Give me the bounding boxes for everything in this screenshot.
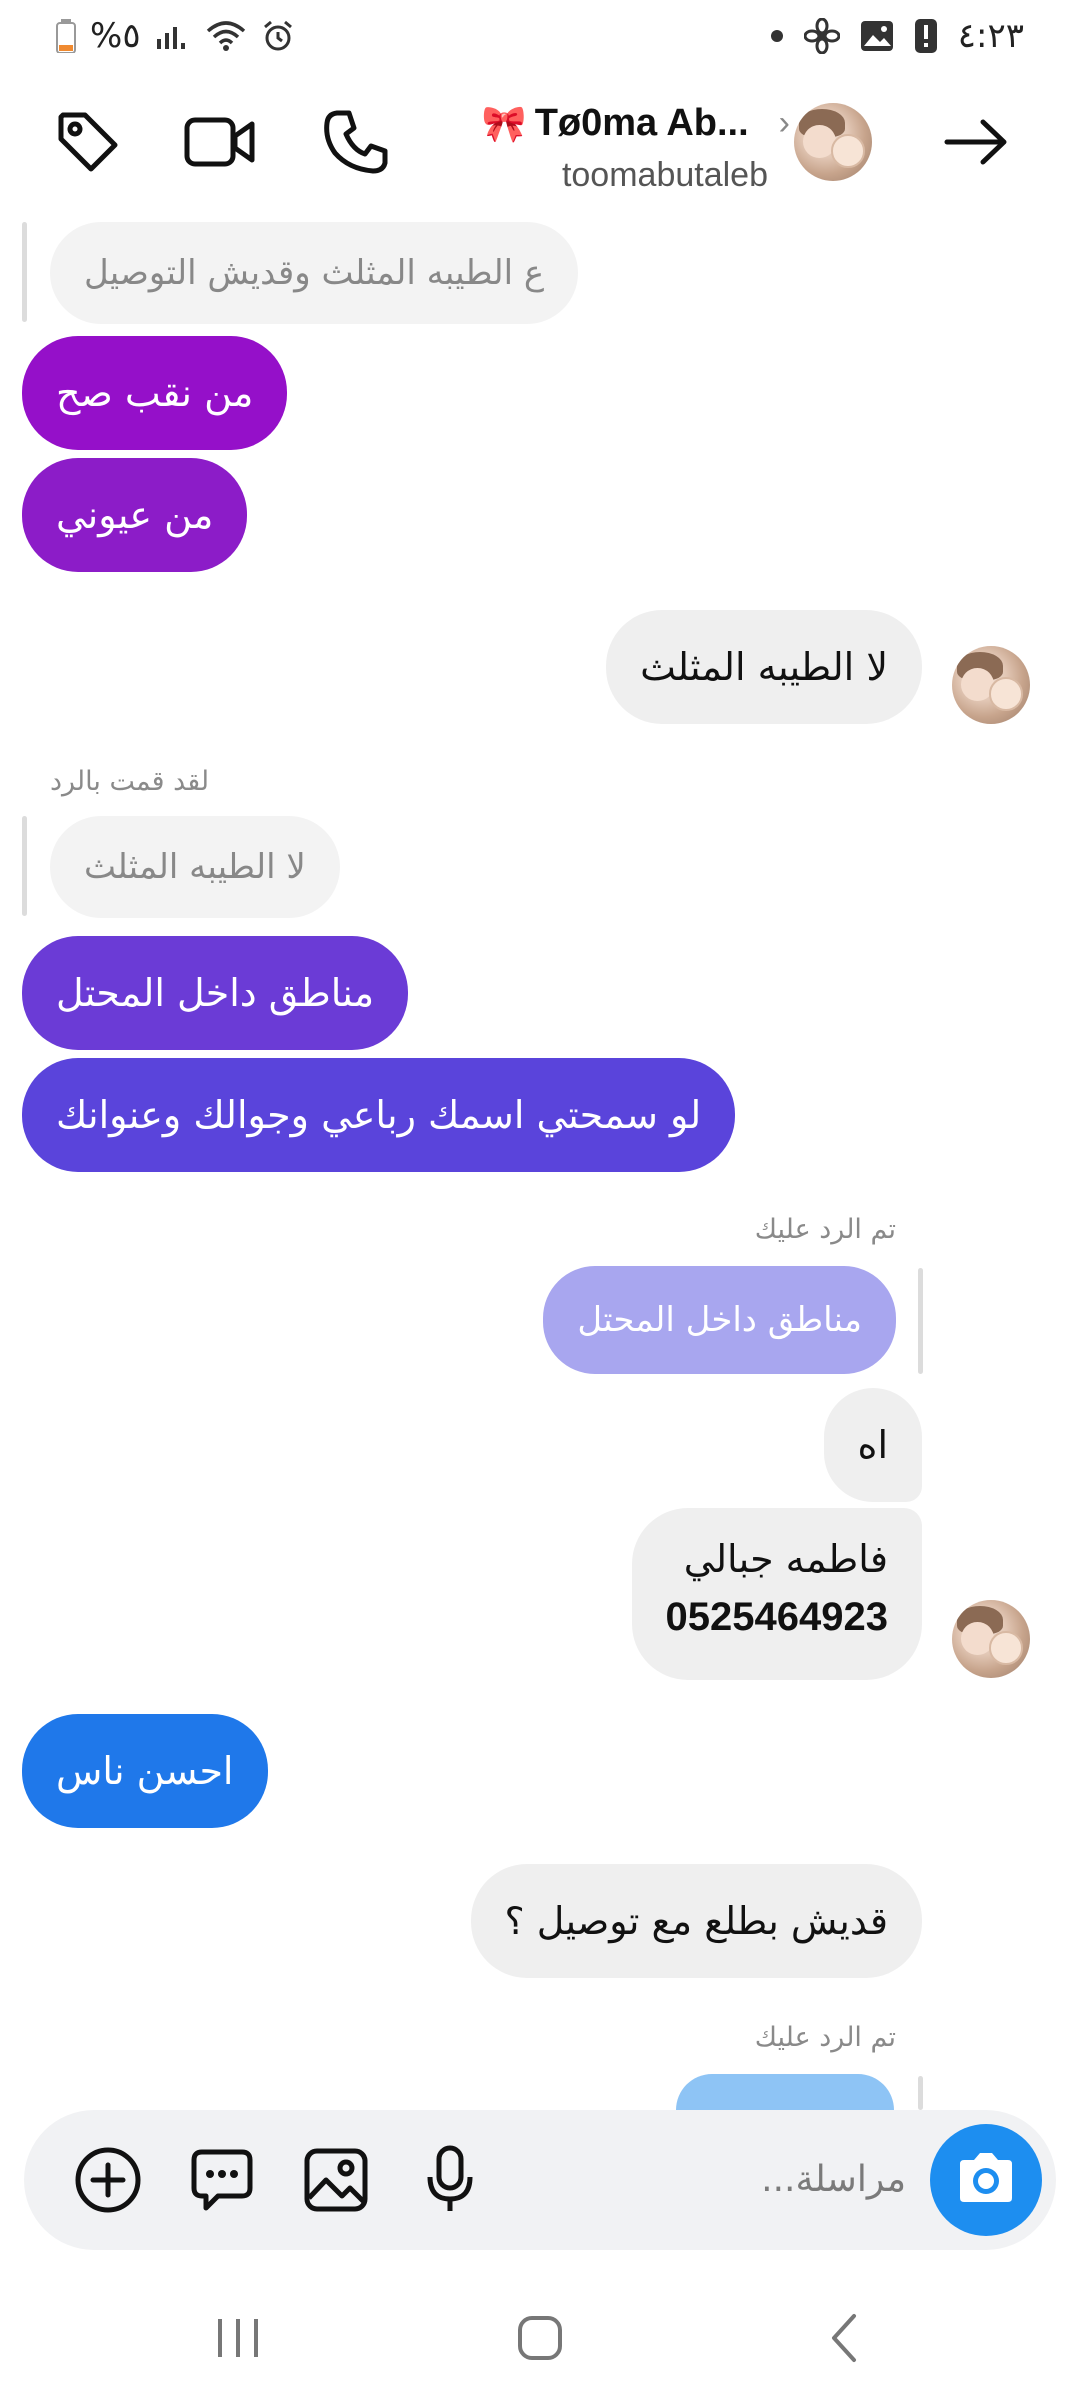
outgoing-message-multiline[interactable]: فاطمه جبالي 0525464923: [631, 1508, 922, 1680]
incoming-message[interactable]: من عيوني: [22, 458, 248, 572]
contact-avatar[interactable]: [794, 103, 872, 181]
reply-label: لقد قمت بالرد: [50, 766, 210, 797]
message-line: فاطمه جبالي: [683, 1537, 888, 1581]
arrow-right-icon[interactable]: [936, 102, 1016, 182]
reply-line: [22, 222, 27, 322]
sender-avatar[interactable]: [952, 646, 1030, 724]
signal-icon: [155, 21, 191, 51]
pinwheel-icon: [803, 18, 840, 54]
add-icon[interactable]: [68, 2140, 148, 2220]
contact-name[interactable]: 🎀 Tø0ma Ab... ›: [482, 102, 790, 145]
alert-notification-icon: [914, 18, 938, 54]
alarm-icon: [261, 19, 295, 53]
battery-icon: [56, 19, 76, 53]
incoming-message[interactable]: مناطق داخل المحتل: [22, 936, 409, 1050]
reply-label: تم الرد عليك: [754, 2022, 896, 2053]
phone-number[interactable]: 0525464923: [666, 1588, 888, 1646]
chevron-right-icon: ›: [778, 104, 790, 142]
home-button[interactable]: [490, 2298, 590, 2378]
gallery-notification-icon: [860, 20, 894, 52]
incoming-message[interactable]: احسن ناس: [22, 1714, 268, 1828]
reply-line: [918, 2076, 923, 2110]
bow-emoji: 🎀: [481, 102, 527, 144]
partial-reply-bubble[interactable]: [676, 2074, 894, 2110]
outgoing-message[interactable]: اه: [823, 1388, 922, 1502]
microphone-icon[interactable]: [410, 2140, 490, 2220]
wifi-icon: [205, 19, 247, 53]
reply-line: [22, 816, 27, 916]
recent-apps-button[interactable]: [188, 2298, 288, 2378]
message-composer: مراسلة...: [24, 2110, 1056, 2250]
dot-icon: [770, 29, 784, 43]
reply-line: [918, 1268, 923, 1374]
tag-icon[interactable]: [48, 102, 128, 182]
outgoing-message[interactable]: لا الطيبه المثلث: [606, 610, 922, 724]
reply-label: تم الرد عليك: [754, 1214, 896, 1245]
incoming-message[interactable]: من نقب صح: [22, 336, 288, 450]
camera-icon: [954, 2150, 1018, 2210]
sticker-chat-icon[interactable]: [182, 2140, 262, 2220]
status-left: %٥: [56, 12, 295, 60]
sender-avatar[interactable]: [952, 1600, 1030, 1678]
system-nav-bar: [0, 2268, 1080, 2408]
gallery-icon[interactable]: [296, 2140, 376, 2220]
video-camera-icon[interactable]: [180, 102, 260, 182]
incoming-message[interactable]: لو سمحتي اسمك رباعي وجوالك وعنوانك: [22, 1058, 736, 1172]
status-bar: %٥ ٤:٢٣: [0, 0, 1080, 72]
phone-icon[interactable]: [316, 102, 396, 182]
clock-time: ٤:٢٣: [957, 16, 1024, 56]
outgoing-message[interactable]: قديش بطلع مع توصيل ؟: [470, 1864, 922, 1978]
reply-quote-bubble[interactable]: لا الطيبه المثلث: [50, 816, 340, 918]
back-button[interactable]: [794, 2298, 894, 2378]
contact-name-text: Tø0ma Ab...: [534, 102, 749, 144]
reply-quote-bubble[interactable]: مناطق داخل المحتل: [543, 1266, 896, 1374]
reply-quote-bubble[interactable]: ع الطيبه المثلث وقديش التوصيل: [50, 222, 579, 324]
chat-header: 🎀 Tø0ma Ab... › toomabutaleb: [0, 72, 1080, 220]
contact-username[interactable]: toomabutaleb: [562, 156, 768, 195]
message-input[interactable]: مراسلة...: [761, 2110, 906, 2250]
status-right: ٤:٢٣: [770, 12, 1024, 60]
camera-button[interactable]: [930, 2124, 1042, 2236]
battery-percent: %٥: [90, 16, 141, 56]
